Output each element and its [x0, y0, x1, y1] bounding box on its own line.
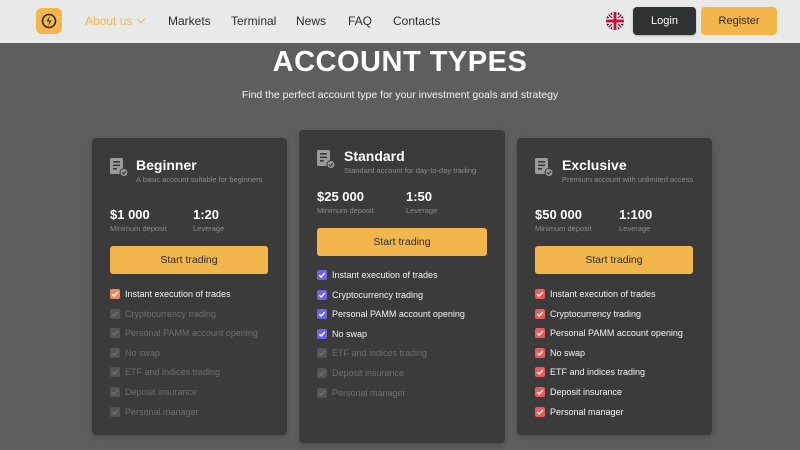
- login-button[interactable]: Login: [633, 7, 696, 35]
- feature-label: ETF and indices trading: [332, 348, 428, 359]
- min-deposit-label: Minimum deposit: [535, 224, 592, 233]
- checkbox-checked-icon: [317, 289, 327, 300]
- feature-label: Deposit insurance: [332, 368, 405, 378]
- min-deposit-label: Minimum deposit: [110, 224, 167, 233]
- leverage-value: 1:50: [406, 189, 433, 204]
- feature-label: Personal manager: [550, 406, 624, 417]
- checkbox-disabled-icon: [317, 387, 327, 398]
- checkbox-disabled-icon: [110, 406, 120, 417]
- checkbox-checked-icon: [110, 289, 120, 299]
- start-trading-button[interactable]: Start trading: [110, 246, 268, 274]
- feature-label: Instant execution of trades: [125, 289, 231, 299]
- start-trading-button[interactable]: Start trading: [317, 228, 487, 256]
- register-button[interactable]: Register: [701, 7, 777, 35]
- feature-label: Personal manager: [125, 406, 199, 417]
- feature-label: Personal PAMM account opening: [125, 328, 258, 339]
- nav-item-label: About us: [85, 14, 133, 28]
- top-navbar: About us Markets Terminal News FAQ Conta…: [0, 0, 800, 43]
- min-deposit-label: Minimum deposit: [317, 206, 374, 215]
- start-trading-button[interactable]: Start trading: [535, 246, 693, 274]
- nav-item-contacts[interactable]: Contacts: [393, 14, 440, 28]
- checkbox-checked-icon: [535, 289, 545, 299]
- feature-label: Personal PAMM account opening: [550, 328, 683, 339]
- page-title: ACCOUNT TYPES: [272, 46, 528, 78]
- nav-item-terminal[interactable]: Terminal: [231, 14, 276, 28]
- feature-label: ETF and indices trading: [125, 367, 221, 378]
- checkbox-disabled-icon: [317, 368, 327, 378]
- document-icon: [316, 148, 336, 175]
- document-icon: [534, 156, 554, 183]
- feature-label: Cryptocurrency trading: [125, 308, 217, 319]
- uk-flag-icon[interactable]: [606, 12, 624, 30]
- feature-label: Instant execution of trades: [332, 270, 438, 280]
- feature-label: ETF and indices trading: [550, 367, 646, 378]
- checkbox-checked-icon: [535, 347, 545, 358]
- min-deposit-value: $50 000: [535, 207, 582, 222]
- feature-label: Cryptocurrency trading: [550, 308, 642, 319]
- checkbox-disabled-icon: [110, 387, 120, 397]
- feature-label: No swap: [332, 328, 368, 339]
- card-title: Beginner: [136, 157, 197, 173]
- card-description: A basic account suitable for beginners: [136, 175, 263, 184]
- nav-item-faq[interactable]: FAQ: [348, 14, 372, 28]
- feature-label: Deposit insurance: [550, 387, 623, 397]
- checkbox-checked-icon: [535, 406, 545, 417]
- logo-icon[interactable]: [36, 8, 62, 34]
- checkbox-checked-icon: [317, 270, 327, 280]
- card-description: Premium account with unlimited access: [562, 175, 694, 184]
- min-deposit-value: $1 000: [110, 207, 150, 222]
- checkbox-checked-icon: [535, 367, 545, 378]
- leverage-value: 1:20: [193, 207, 220, 222]
- page-subtitle: Find the perfect account type for your i…: [241, 89, 559, 101]
- account-card-exclusive: Exclusive Premium account with unlimited…: [517, 138, 712, 435]
- card-title: Exclusive: [562, 157, 627, 173]
- checkbox-disabled-icon: [110, 328, 120, 339]
- feature-label: Personal manager: [332, 387, 406, 398]
- feature-label: Deposit insurance: [125, 387, 198, 397]
- checkbox-checked-icon: [535, 308, 545, 319]
- leverage-value: 1:100: [619, 207, 653, 222]
- leverage-label: Leverage: [619, 224, 651, 233]
- chevron-down-icon: [137, 14, 146, 24]
- checkbox-disabled-icon: [110, 308, 120, 319]
- leverage-label: Leverage: [406, 206, 438, 215]
- nav-item-markets[interactable]: Markets: [168, 14, 211, 28]
- checkbox-checked-icon: [535, 328, 545, 339]
- leverage-label: Leverage: [193, 224, 225, 233]
- feature-label: Personal PAMM account opening: [332, 309, 465, 320]
- nav-item-news[interactable]: News: [296, 14, 326, 28]
- feature-label: Instant execution of trades: [550, 289, 656, 299]
- account-card-beginner: Beginner A basic account suitable for be…: [92, 138, 287, 435]
- min-deposit-value: $25 000: [317, 189, 364, 204]
- checkbox-disabled-icon: [317, 348, 327, 359]
- feature-label: No swap: [125, 347, 161, 358]
- card-title: Standard: [344, 148, 405, 164]
- nav-item-about-us[interactable]: About us: [85, 14, 146, 28]
- feature-label: Cryptocurrency trading: [332, 289, 424, 300]
- feature-label: No swap: [550, 347, 586, 358]
- card-description: Standard account for day-to-day trading: [344, 166, 477, 175]
- checkbox-checked-icon: [535, 387, 545, 397]
- checkbox-checked-icon: [317, 309, 327, 320]
- document-icon: [109, 156, 129, 183]
- checkbox-checked-icon: [317, 328, 327, 339]
- account-card-standard: Standard Standard account for day-to-day…: [299, 130, 505, 443]
- checkbox-disabled-icon: [110, 367, 120, 378]
- checkbox-disabled-icon: [110, 347, 120, 358]
